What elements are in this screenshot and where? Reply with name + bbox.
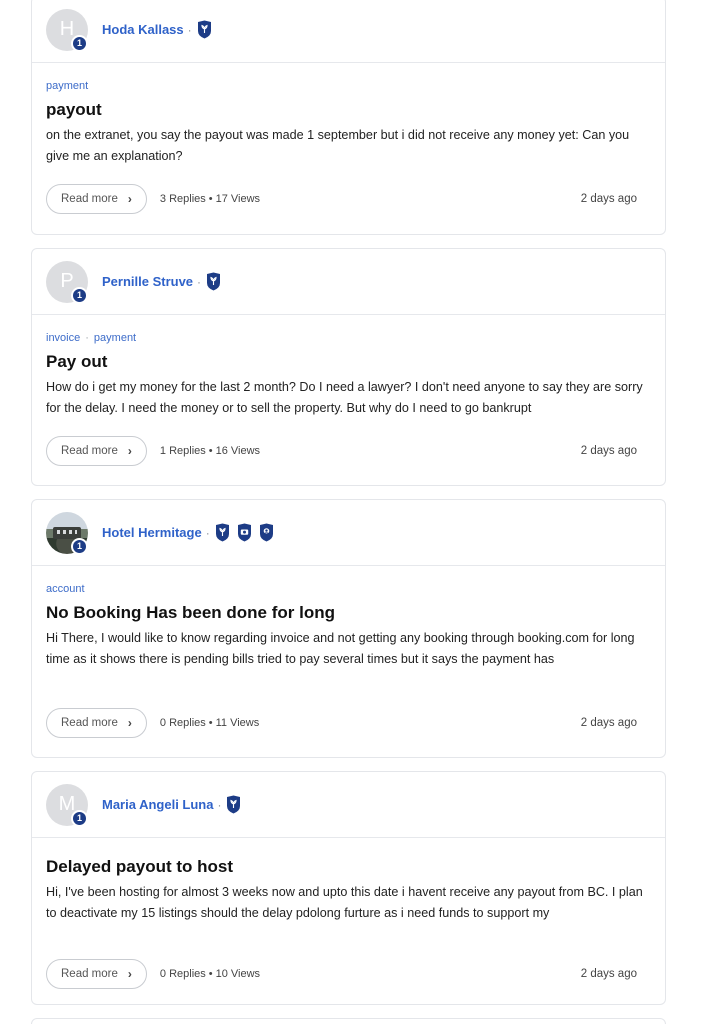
- post-body: account No Booking Has been done for lon…: [32, 566, 665, 738]
- post-card: 1 Hotel Hermitage · account No Booking H…: [31, 499, 666, 758]
- shield-plant-icon[interactable]: [215, 523, 230, 542]
- tag-list: invoice · payment: [46, 331, 651, 345]
- author-name[interactable]: Maria Angeli Luna: [102, 797, 213, 812]
- read-more-label: Read more: [61, 445, 118, 457]
- replies-count: 1 Replies: [159, 445, 206, 457]
- read-more-label: Read more: [61, 717, 118, 729]
- level-badge: 1: [71, 286, 88, 304]
- post-excerpt: on the extranet, you say the payout was …: [46, 128, 630, 163]
- post-footer: Read more › 0 Replies • 11 Views 2 days ag…: [46, 708, 651, 738]
- read-more-button[interactable]: Read more ›: [46, 708, 147, 738]
- bullet-separator: •: [208, 717, 213, 729]
- post-body: invoice · payment Pay out How do i get my …: [32, 315, 665, 466]
- read-more-button[interactable]: Read more ›: [46, 436, 147, 466]
- level-badge: 1: [71, 34, 88, 52]
- post-excerpt: Hi, I've been hosting for almost 3 weeks…: [46, 885, 643, 920]
- post-card: M 1 Maria Angeli Luna · Delayed payout t…: [31, 771, 666, 1005]
- tag-link[interactable]: invoice: [46, 332, 80, 344]
- post-title[interactable]: payout: [46, 99, 651, 121]
- tag-link[interactable]: payment: [46, 80, 88, 92]
- bullet-separator: •: [208, 193, 213, 205]
- read-more-label: Read more: [61, 968, 118, 980]
- tag-link[interactable]: account: [46, 583, 85, 595]
- separator-dot: ·: [205, 525, 210, 540]
- hotel-photo-image: [53, 526, 81, 539]
- chevron-right-icon: ›: [127, 716, 132, 730]
- separator-dot: ·: [187, 22, 192, 37]
- views-count: 17 Views: [215, 193, 261, 205]
- post-stats: 3 Replies • 17 Views: [160, 193, 260, 205]
- shield-plant-icon[interactable]: [206, 272, 221, 291]
- post-title[interactable]: No Booking Has been done for long: [46, 602, 651, 624]
- post-footer: Read more › 1 Replies • 16 Views 2 days ag…: [46, 436, 651, 466]
- author-name[interactable]: Hoda Kallass: [102, 22, 184, 37]
- post-footer: Read more › 0 Replies • 10 Views 2 days ag…: [46, 959, 651, 989]
- views-count: 11 Views: [215, 717, 260, 729]
- avatar[interactable]: P 1: [46, 260, 88, 304]
- post-stats: 1 Replies • 16 Views: [160, 445, 260, 457]
- post-card: H 1 Hoda Kallass · payment payout on the…: [31, 0, 666, 235]
- chevron-right-icon: ›: [127, 444, 132, 458]
- replies-count: 0 Replies: [159, 717, 206, 729]
- tag-separator: ·: [85, 332, 89, 344]
- replies-count: 3 Replies: [159, 193, 206, 205]
- chevron-right-icon: ›: [127, 967, 132, 981]
- shield-plant-icon[interactable]: [226, 795, 241, 814]
- shield-plant-icon[interactable]: [197, 20, 212, 39]
- post-title[interactable]: Delayed payout to host: [46, 856, 651, 878]
- post-stats: 0 Replies • 11 Views: [160, 717, 259, 729]
- post-card: P 1 Pernille Struve · invoice · payment Pa…: [31, 248, 666, 486]
- shield-person-icon[interactable]: [259, 523, 274, 542]
- chevron-right-icon: ›: [127, 192, 132, 206]
- avatar[interactable]: M 1: [46, 783, 88, 827]
- read-more-button[interactable]: Read more ›: [46, 184, 147, 214]
- replies-count: 0 Replies: [159, 968, 206, 980]
- tag-list: payment: [46, 79, 651, 93]
- post-body: payment payout on the extranet, you say …: [32, 63, 665, 214]
- level-badge: 1: [71, 809, 88, 827]
- separator-dot: ·: [217, 797, 222, 812]
- post-card-partial: [31, 1018, 666, 1024]
- post-header: M 1 Maria Angeli Luna ·: [32, 772, 665, 838]
- bullet-separator: •: [208, 968, 213, 980]
- post-age: 2 days ago: [580, 445, 637, 457]
- post-excerpt: How do i get my money for the last 2 mon…: [46, 380, 643, 415]
- post-age: 2 days ago: [580, 717, 637, 729]
- post-body: Delayed payout to host Hi, I've been hos…: [32, 838, 665, 989]
- avatar[interactable]: 1: [46, 511, 88, 555]
- tag-list: account: [46, 582, 651, 596]
- shield-camera-icon[interactable]: [237, 523, 252, 542]
- post-stats: 0 Replies • 10 Views: [160, 968, 260, 980]
- views-count: 16 Views: [215, 445, 261, 457]
- post-footer: Read more › 3 Replies • 17 Views 2 days ag…: [46, 184, 651, 214]
- separator-dot: ·: [197, 274, 202, 289]
- author-name[interactable]: Pernille Struve: [102, 274, 193, 289]
- post-header: 1 Hotel Hermitage ·: [32, 500, 665, 566]
- views-count: 10 Views: [215, 968, 261, 980]
- post-header: H 1 Hoda Kallass ·: [32, 0, 665, 63]
- tag-link[interactable]: payment: [94, 332, 136, 344]
- post-age: 2 days ago: [580, 968, 637, 980]
- read-more-label: Read more: [61, 193, 118, 205]
- author-name[interactable]: Hotel Hermitage: [102, 525, 202, 540]
- level-badge: 1: [71, 537, 88, 555]
- avatar[interactable]: H 1: [46, 8, 88, 52]
- post-age: 2 days ago: [580, 193, 637, 205]
- read-more-button[interactable]: Read more ›: [46, 959, 147, 989]
- post-excerpt: Hi There, I would like to know regarding…: [46, 631, 635, 666]
- bullet-separator: •: [208, 445, 213, 457]
- post-header: P 1 Pernille Struve ·: [32, 249, 665, 315]
- post-title[interactable]: Pay out: [46, 351, 651, 373]
